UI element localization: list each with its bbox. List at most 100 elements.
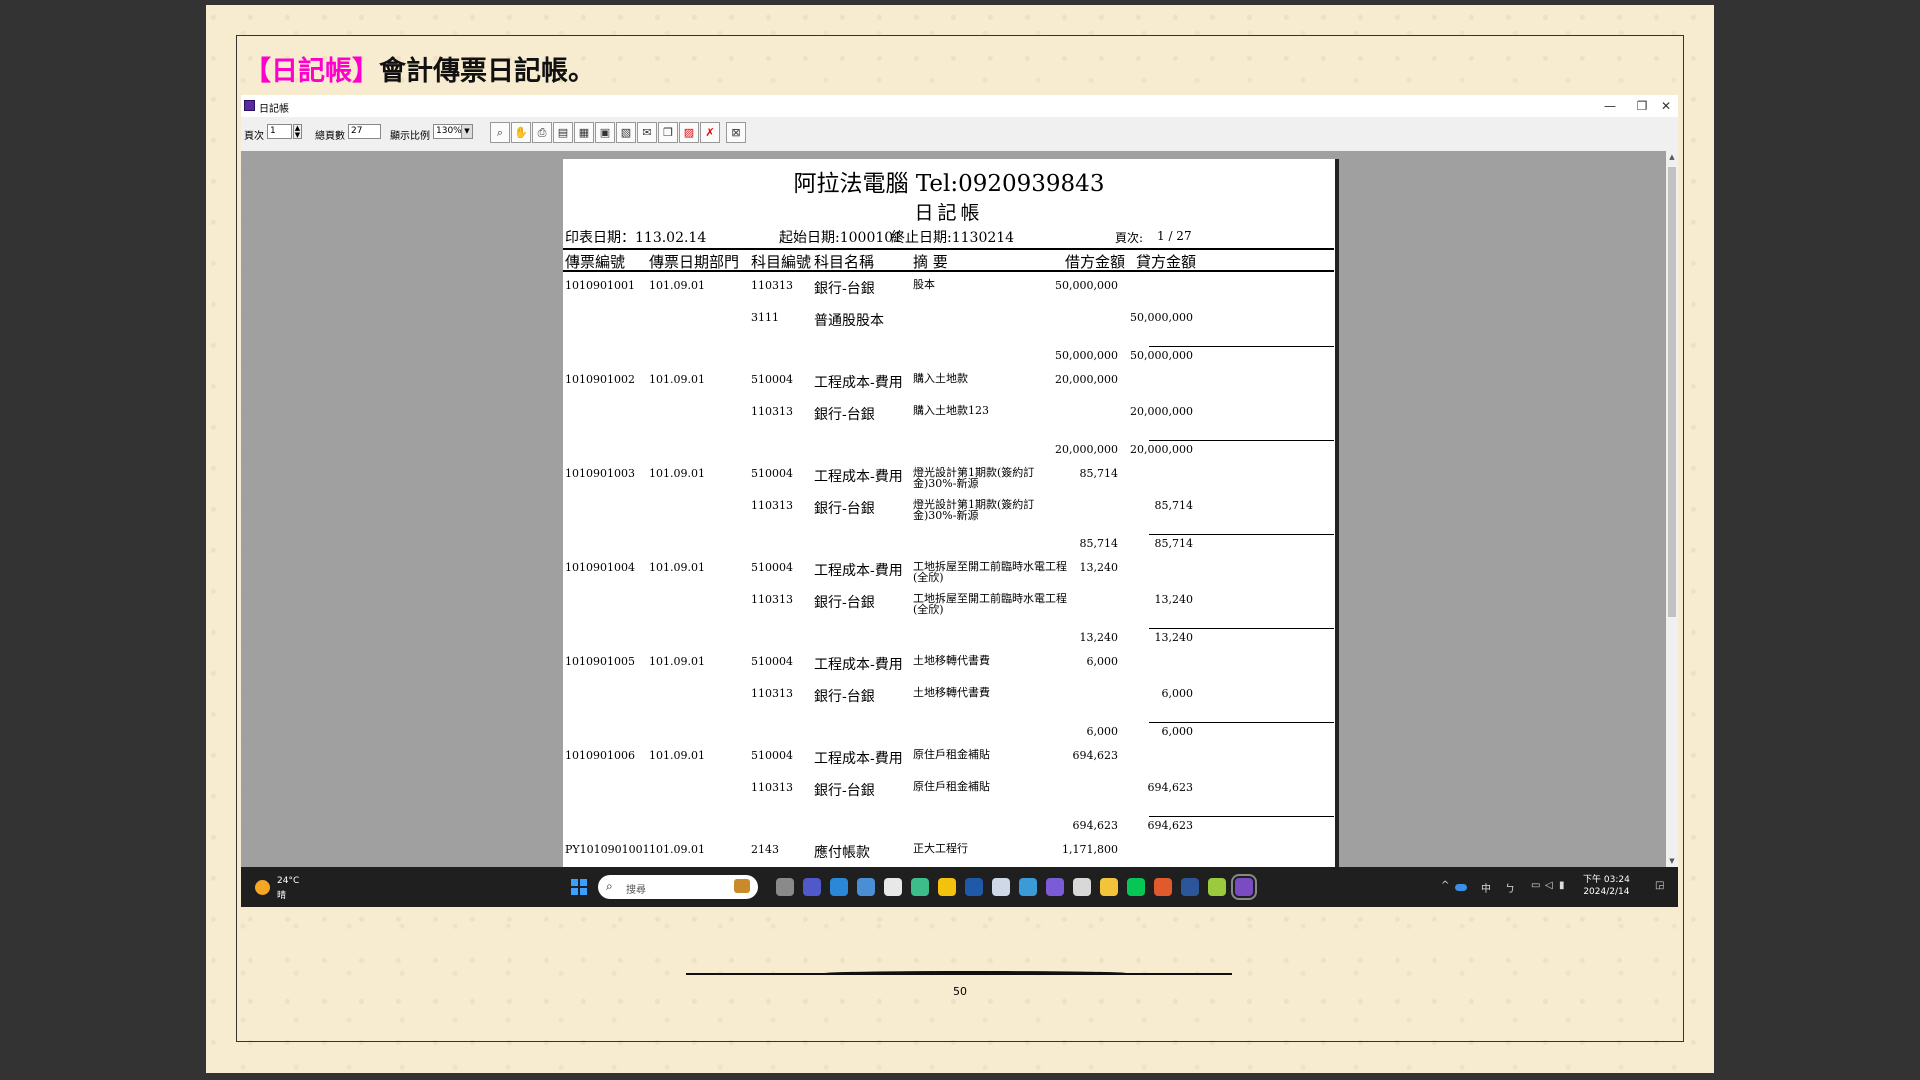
scroll-down-icon[interactable]: ▼ [1666,855,1678,867]
page-input[interactable]: 1 [267,124,292,139]
tools-icon[interactable] [1073,878,1091,896]
report-debit: 50,000,000 [1055,279,1118,292]
notepad-icon[interactable] [830,878,848,896]
app-screenshot: 日記帳 — ❐ ✕ 頁次 1 ▲ ▼ 總頁數 27 顯示比例 130% ▼ ⌕ ✋… [241,95,1678,907]
notification-icon[interactable]: ◲ [1655,880,1664,891]
word-icon[interactable] [1181,878,1199,896]
report-account-name: 工程成本-費用 [814,375,903,391]
report-account-code: 510004 [751,561,793,574]
teams-icon[interactable] [803,878,821,896]
scroll-thumb[interactable] [1668,167,1676,617]
page-icon[interactable]: ▤ [553,122,573,143]
search-icon: ⌕ [606,879,613,893]
vertical-scrollbar[interactable]: ▲ ▼ [1666,151,1678,867]
copy-icon[interactable]: ❐ [658,122,678,143]
report-account-code: 510004 [751,655,793,668]
report-account-code: 110313 [751,405,793,418]
word-icon[interactable]: ▧ [616,122,636,143]
end-date: 終止日期:1130214 [891,230,1015,246]
scroll-up-icon[interactable]: ▲ [1666,151,1678,163]
start-button[interactable] [571,879,587,895]
report-account-name: 工程成本-費用 [814,751,903,767]
powerpoint-icon[interactable] [1154,878,1172,896]
close-icon[interactable]: ⊠ [726,122,746,143]
pdf-icon[interactable]: ▨ [679,122,699,143]
weather-temperature[interactable]: 24°C [277,876,299,886]
viewer-toolbar: 頁次 1 ▲ ▼ 總頁數 27 顯示比例 130% ▼ ⌕ ✋ ⎙ ▤ ▦ ▣ ▧… [241,117,1678,151]
slide-heading-text: 會計傳票日記帳。 [379,56,595,87]
photos-icon[interactable] [857,878,875,896]
excel-icon[interactable]: ▣ [595,122,615,143]
report-voucher-date: 101.09.01 [649,373,705,386]
report-account-code: 110313 [751,279,793,292]
search-icon[interactable]: ⌕ [490,122,510,143]
page-stepper[interactable]: ▲ ▼ [293,124,302,139]
app-icon[interactable] [965,878,983,896]
header-top-rule [563,248,1334,250]
report-viewer[interactable]: 阿拉法電腦 Tel:0920939843 日記帳 印表日期：113.02.14 … [241,151,1666,867]
print-icon[interactable]: ⎙ [532,122,552,143]
zoom-label: 顯示比例 [390,131,430,142]
browser-icon[interactable] [1019,878,1037,896]
sun-icon[interactable] [255,880,270,895]
report-voucher-no: 1010901002 [565,373,635,386]
ime-mode[interactable]: 中 [1481,880,1491,895]
col-summary: 摘 要 [913,253,948,271]
ime-phonetic[interactable]: ㄅ [1505,880,1515,895]
store-icon[interactable] [884,878,902,896]
report-account-name: 銀行-台銀 [814,501,875,517]
report-account-name: 工程成本-費用 [814,563,903,579]
report-credit: 694,623 [1147,781,1194,794]
report-account-name: 銀行-台銀 [814,595,875,611]
chevron-down-icon[interactable]: ▼ [461,125,472,138]
export-icon[interactable]: ▦ [574,122,594,143]
onedrive-icon[interactable] [1455,884,1467,891]
total-pages-label: 總頁數 [315,131,345,142]
chrome-icon[interactable] [938,878,956,896]
visual-studio-icon[interactable] [1046,878,1064,896]
report-credit: 20,000,000 [1130,405,1193,418]
minimize-button[interactable]: — [1599,97,1621,115]
page-caption: 頁次: [1115,231,1144,245]
total-pages-field: 27 [348,124,381,139]
report-summary: 土地移轉代書費 [913,686,990,699]
weather-condition[interactable]: 晴 [277,888,286,901]
restore-button[interactable]: ❐ [1631,97,1653,115]
report-account-name: 應付帳款 [814,845,870,861]
accounting-app-icon[interactable] [1231,874,1257,900]
folder-icon[interactable] [1100,878,1118,896]
report-voucher-date: 101.09.01 [649,467,705,480]
mail-icon[interactable] [992,878,1010,896]
window-titlebar: 日記帳 — ❐ ✕ [241,95,1678,117]
task-view-icon[interactable] [776,878,794,896]
report-account-code: 510004 [751,749,793,762]
report-summary: 購入土地款123 [913,404,989,417]
volume-icon[interactable]: ◁ [1545,880,1553,891]
report-voucher-date: 101.09.01 [649,843,705,856]
report-account-name: 銀行-台銀 [814,407,875,423]
edge-icon[interactable] [911,878,929,896]
report-account-code: 510004 [751,373,793,386]
report-voucher-no: 1010901004 [565,561,635,574]
report-voucher-no: 1010901005 [565,655,635,668]
mail-icon[interactable]: ✉ [637,122,657,143]
clock-date: 2024/2/14 [1583,887,1630,897]
line-icon[interactable] [1127,878,1145,896]
taskbar-clock[interactable]: 下午 03:24 2024/2/14 [1583,874,1630,898]
delete-icon[interactable]: ✗ [700,122,720,143]
slide-page-number: 50 [953,985,967,998]
hand-icon[interactable]: ✋ [511,122,531,143]
report-account-name: 銀行-台銀 [814,783,875,799]
close-button[interactable]: ✕ [1655,97,1677,115]
page-label: 頁次 [244,131,264,142]
report-account-code: 110313 [751,687,793,700]
report-debit: 20,000,000 [1055,373,1118,386]
battery-icon[interactable]: ▮ [1559,880,1565,891]
paint-icon[interactable] [1208,878,1226,896]
tray-overflow-icon[interactable]: ^ [1441,880,1449,891]
taskbar-search[interactable]: ⌕ 搜尋 [598,875,758,899]
start-date: 起始日期:1000101 [779,230,903,246]
footer-rule-accent [826,971,1126,975]
network-icon[interactable]: ▭ [1531,880,1540,891]
voucher-total-rule [1149,816,1334,817]
